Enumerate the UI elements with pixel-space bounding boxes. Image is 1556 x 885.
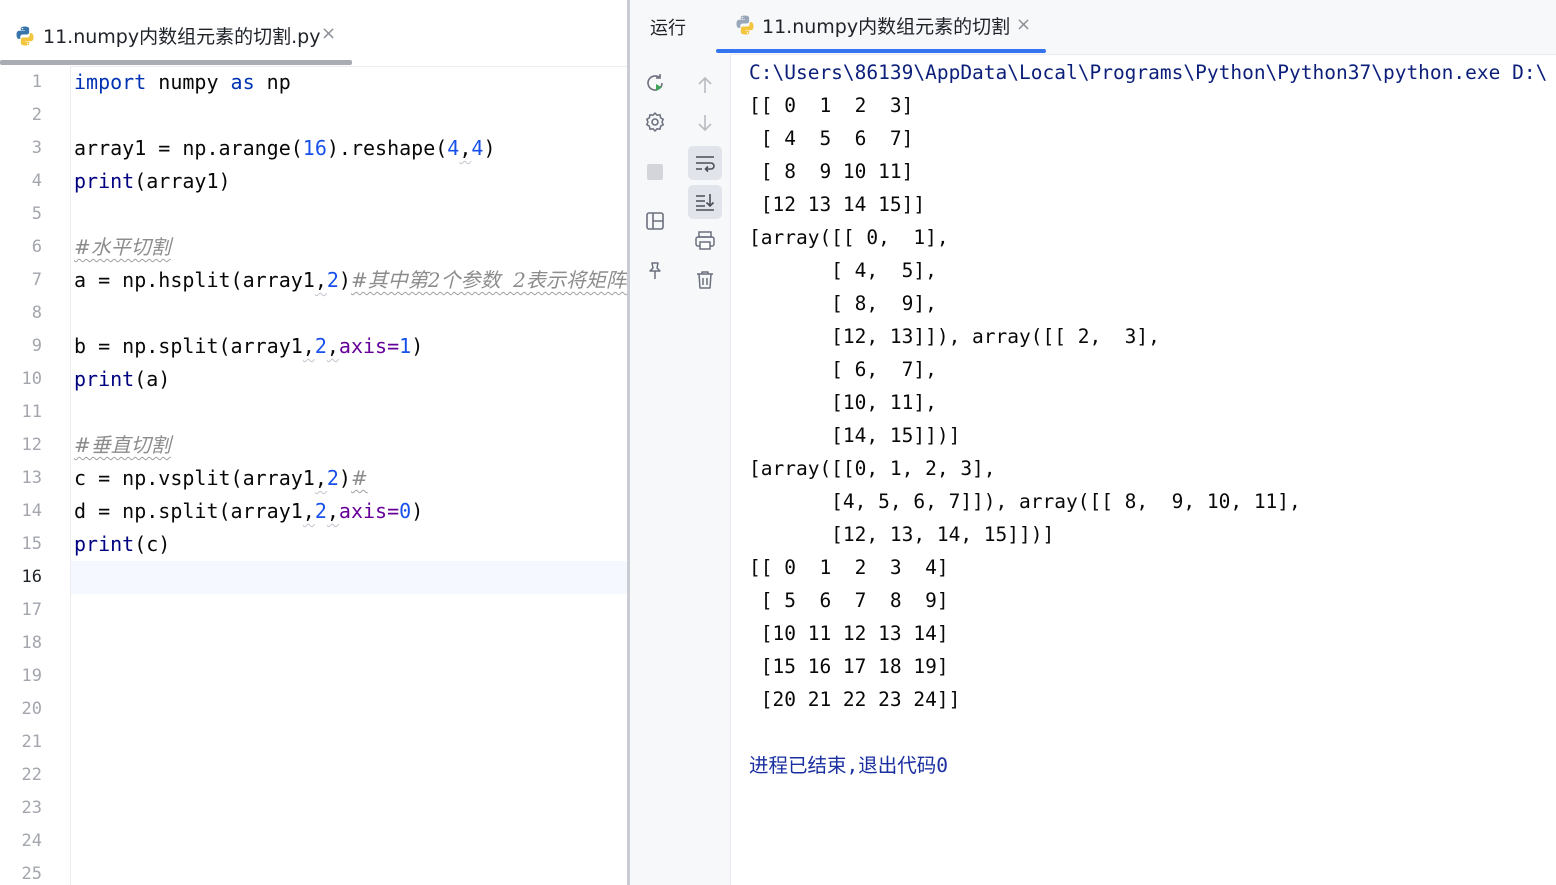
console-line: [20 21 22 23 24]]: [749, 688, 961, 711]
code-line: d = np.split(array1,2,axis=0): [74, 499, 424, 523]
console-line: [12, 13, 14, 15]])]: [749, 523, 1055, 546]
line-number: 3: [31, 138, 42, 158]
code-line: #垂直切割: [74, 433, 171, 457]
console-line: [4, 5, 6, 7]]), array([[ 8, 9, 10, 11],: [749, 490, 1301, 513]
line-number: 9: [31, 336, 42, 356]
line-number: 18: [21, 633, 42, 653]
code-area[interactable]: import numpy as np array1 = np.arange(16…: [74, 66, 628, 885]
trash-icon[interactable]: [688, 263, 722, 297]
code-line: a = np.hsplit(array1,2)#其中第2个参数 2表示将矩阵a: [74, 268, 628, 292]
console-line: [15 16 17 18 19]: [749, 655, 949, 678]
python-logo-icon: [14, 25, 36, 51]
line-number: 13: [21, 468, 42, 488]
console-line: [ 4, 5],: [749, 259, 937, 282]
console-line: [10 11 12 13 14]: [749, 622, 949, 645]
scroll-to-end-icon[interactable]: [688, 185, 722, 219]
line-number: 1: [31, 72, 42, 92]
run-toolbar-right: [680, 54, 731, 885]
console-line: [10, 11],: [749, 391, 937, 414]
settings-gear-icon[interactable]: [638, 105, 672, 139]
python-logo-icon: [734, 14, 756, 40]
pin-icon[interactable]: [638, 254, 672, 288]
console-line: [array([[0, 1, 2, 3],: [749, 457, 996, 480]
line-number: 21: [21, 732, 42, 752]
console-command-line: C:\Users\86139\AppData\Local\Programs\Py…: [749, 61, 1548, 84]
code-line: print(c): [74, 532, 171, 556]
stop-icon[interactable]: [638, 155, 672, 189]
line-number: 20: [21, 699, 42, 719]
line-number-current: 16: [21, 567, 42, 587]
console-line: [ 5 6 7 8 9]: [749, 589, 949, 612]
line-number: 6: [31, 237, 42, 257]
console-line: [array([[ 0, 1],: [749, 226, 949, 249]
line-number: 15: [21, 534, 42, 554]
editor-tab[interactable]: 11.numpy内数组元素的切割.py ×: [0, 0, 352, 66]
run-tab-indicator: [716, 49, 1046, 53]
print-icon[interactable]: [688, 224, 722, 258]
console-line: [[ 0 1 2 3 4]: [749, 556, 949, 579]
code-line: c = np.vsplit(array1,2)#: [74, 466, 368, 490]
code-line: b = np.split(array1,2,axis=1): [74, 334, 424, 358]
run-header: 运行 11.numpy内数组元素的切割 ×: [630, 0, 1556, 55]
line-number: 11: [21, 402, 42, 422]
line-number: 8: [31, 303, 42, 323]
code-line: array1 = np.arange(16).reshape(4,4): [74, 136, 496, 160]
line-number: 23: [21, 798, 42, 818]
run-config-tab[interactable]: 11.numpy内数组元素的切割 ×: [716, 0, 1046, 54]
console-line: [ 8, 9],: [749, 292, 937, 315]
console-line: [ 4 5 6 7]: [749, 127, 914, 150]
editor-tab-bar: 11.numpy内数组元素的切割.py ×: [0, 0, 628, 67]
code-line: print(a): [74, 367, 171, 391]
console-line: [[ 0 1 2 3]: [749, 94, 914, 117]
close-tab-icon[interactable]: ×: [1016, 14, 1031, 35]
line-number: 19: [21, 666, 42, 686]
scroll-down-arrow-icon[interactable]: [688, 106, 722, 140]
console-output[interactable]: C:\Users\86139\AppData\Local\Programs\Py…: [749, 54, 1556, 885]
code-editor[interactable]: 11.numpy内数组元素的切割.py × 1 2 3 4 5 6 7 8 9 …: [0, 0, 628, 885]
run-title: 运行: [650, 18, 686, 39]
console-line: [14, 15]])]: [749, 424, 961, 447]
scroll-up-arrow-icon[interactable]: [688, 68, 722, 102]
code-line: print(array1): [74, 169, 231, 193]
code-line: import numpy as np: [74, 70, 291, 94]
line-number: 22: [21, 765, 42, 785]
line-number: 12: [21, 435, 42, 455]
line-number: 10: [21, 369, 42, 389]
process-exit-message: 进程已结束,退出代码0: [749, 754, 948, 777]
layout-icon[interactable]: [638, 204, 672, 238]
run-toolbar-left: [630, 54, 681, 885]
line-number: 7: [31, 270, 42, 290]
console-line: [ 6, 7],: [749, 358, 937, 381]
line-number: 25: [21, 864, 42, 884]
line-number: 4: [31, 171, 42, 191]
soft-wrap-icon[interactable]: [688, 146, 722, 180]
line-number: 14: [21, 501, 42, 521]
code-line: #水平切割: [74, 235, 171, 259]
console-line: [ 8 9 10 11]: [749, 160, 914, 183]
line-number: 5: [31, 204, 42, 224]
line-number: 17: [21, 600, 42, 620]
line-number: 2: [31, 105, 42, 125]
rerun-icon[interactable]: [638, 66, 672, 100]
line-number-gutter: 1 2 3 4 5 6 7 8 9 10 11 12 13 14 15 16 1…: [0, 66, 71, 885]
line-number: 24: [21, 831, 42, 851]
run-tool-window: 运行 11.numpy内数组元素的切割 × C:\Users\86139\App…: [630, 0, 1556, 885]
close-tab-icon[interactable]: ×: [321, 23, 336, 44]
console-line: [12, 13]]), array([[ 2, 3],: [749, 325, 1160, 348]
run-tab-label: 11.numpy内数组元素的切割: [762, 16, 1011, 38]
editor-tab-label: 11.numpy内数组元素的切割.py: [43, 26, 321, 48]
editor-tab-indicator: [0, 60, 352, 65]
console-line: [12 13 14 15]]: [749, 193, 926, 216]
